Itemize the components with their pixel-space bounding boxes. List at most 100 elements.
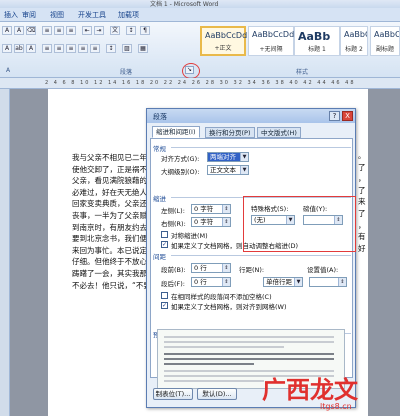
tab-review[interactable]: 审阅	[22, 10, 36, 20]
line-spacing-label: 行距(N):	[239, 266, 265, 274]
preview-line	[164, 363, 254, 365]
space-before-spinner[interactable]: 0 行 ⇕	[191, 263, 231, 273]
align-left-icon[interactable]: ≡	[42, 44, 52, 53]
window-title: 文档 1 - Microsoft Word	[150, 1, 219, 8]
vertical-ruler	[0, 89, 10, 416]
special-indent-highlight-box	[243, 196, 356, 252]
align-right-icon[interactable]: ≡	[66, 44, 76, 53]
font-size-icon[interactable]: A	[2, 26, 12, 35]
watermark-url: ltgs8.cn	[320, 402, 352, 411]
clear-format-icon[interactable]: ⌫	[26, 26, 36, 35]
space-before-label: 段前(B):	[161, 266, 186, 274]
dialog-title-bar[interactable]: 段落 ? X	[147, 109, 355, 123]
style-sample: AaBb	[298, 30, 331, 43]
line-spacing-at-spinner[interactable]: ⇕	[309, 277, 347, 287]
launcher-highlight-circle	[182, 63, 200, 79]
style-sample: AaBbCo	[374, 30, 400, 39]
style-name: +无间隔	[259, 46, 283, 53]
highlight-icon[interactable]: ab	[14, 44, 24, 53]
style-sample: AaBbCcDd	[252, 30, 295, 39]
doc-line: 父亲，看见满院狼藉的东西	[72, 176, 152, 186]
style-no-spacing[interactable]: AaBbCcDd +无间隔	[248, 26, 294, 56]
tab-developer[interactable]: 开发工具	[78, 10, 106, 20]
style-name: 标题 2	[345, 46, 363, 53]
borders-icon[interactable]: ▦	[138, 44, 148, 53]
font-color-icon[interactable]: A	[26, 44, 36, 53]
style-title[interactable]: AaBbCo 副标题	[370, 26, 400, 56]
space-after-value: 0 行	[194, 278, 207, 286]
text-effect-icon[interactable]: A	[2, 44, 12, 53]
tabs-button[interactable]: 制表位(T)...	[153, 388, 193, 400]
snap-grid-checkbox[interactable]: ✓	[161, 302, 168, 309]
space-after-label: 段后(F):	[161, 280, 186, 288]
alignment-select[interactable]: 两端对齐 ▼	[207, 152, 249, 162]
tab-addins[interactable]: 加载项	[118, 10, 139, 20]
font-group-label: A	[6, 67, 11, 74]
right-indent-spinner[interactable]: 0 字符 ⇕	[191, 217, 231, 227]
tab-view[interactable]: 视图	[50, 10, 64, 20]
chinese-layout-icon[interactable]: 文	[110, 26, 120, 35]
doc-edge-char: 好	[358, 243, 366, 253]
doc-edge-char: 。	[358, 151, 366, 160]
outline-level-label: 大纲级别(O):	[161, 168, 200, 176]
right-indent-value: 0 字符	[194, 218, 214, 226]
line-spacing-value: 单倍行距	[266, 278, 292, 286]
spinner-icon: ⇕	[222, 264, 230, 272]
document-right-edge: 。 了 ， 了 来 了 ， 有 好	[358, 150, 368, 254]
chevron-down-icon: ▼	[294, 278, 302, 286]
left-indent-spinner[interactable]: 0 字符 ⇕	[191, 204, 231, 214]
style-name: 副标题	[375, 46, 394, 53]
multilevel-list-icon[interactable]: ≡	[66, 26, 76, 35]
show-marks-icon[interactable]: ¶	[140, 26, 150, 35]
no-space-checkbox[interactable]	[161, 292, 168, 299]
mirror-indent-label: 对称缩进(M)	[171, 232, 208, 240]
close-button[interactable]: X	[342, 111, 353, 121]
increase-indent-icon[interactable]: ⇥	[94, 26, 104, 35]
snap-grid-label: 如果定义了文档网格，则对齐到网格(W)	[171, 303, 287, 311]
doc-line: 到南京时，有朋友约去游逛	[72, 222, 152, 232]
doc-line: 必难过，好在天无绝人之路	[72, 187, 152, 197]
tab-insert[interactable]: 插入	[4, 10, 18, 20]
doc-edge-char: 了	[358, 208, 366, 218]
shrink-font-icon[interactable]: A	[14, 26, 24, 35]
style-heading-1[interactable]: AaBb 标题 1	[294, 26, 340, 56]
chevron-down-icon: ▼	[240, 166, 248, 174]
numbering-icon[interactable]: ≡	[54, 26, 64, 35]
style-heading-2[interactable]: AaBbC 标题 2	[340, 26, 368, 56]
section-divider	[171, 147, 351, 148]
right-indent-label: 右侧(R):	[161, 220, 186, 228]
doc-line: 踌躇了一会，其实我那年已	[72, 268, 152, 278]
help-button[interactable]: ?	[329, 111, 340, 121]
grid-indent-checkbox[interactable]: ✓	[161, 241, 168, 248]
document-body[interactable]: 我与父亲不相见已二年余 使他交卸了，正是祸不单行 父亲，看见满院狼藉的东西 必难…	[72, 152, 152, 291]
indent-section: 缩进	[153, 195, 166, 203]
doc-line: 我与父亲不相见已二年余	[72, 153, 152, 162]
tab-indents-spacing[interactable]: 缩进和间距(I)	[152, 126, 200, 138]
spinner-icon: ⇕	[222, 278, 230, 286]
spinner-icon: ⇕	[222, 218, 230, 226]
tab-asian-typography[interactable]: 中文版式(H)	[257, 127, 301, 138]
sort-icon[interactable]: ↕	[126, 26, 136, 35]
line-spacing-icon[interactable]: ↕	[106, 44, 116, 53]
preview-line	[164, 358, 334, 360]
doc-edge-char: 有	[358, 232, 366, 242]
shading-icon[interactable]: ▨	[122, 44, 132, 53]
tab-line-page-breaks[interactable]: 换行和分页(P)	[205, 127, 255, 138]
style-name: 标题 1	[308, 46, 326, 53]
preview-line	[164, 341, 334, 343]
doc-line: 回家变卖典质，父亲还了亏	[72, 199, 152, 209]
justify-icon[interactable]: ≡	[78, 44, 88, 53]
space-after-spinner[interactable]: 0 行 ⇕	[191, 277, 231, 287]
outline-level-select[interactable]: 正文文本 ▼	[207, 165, 249, 175]
style-normal[interactable]: AaBbCcDd +正文	[200, 26, 247, 56]
preview-line	[164, 380, 264, 382]
mirror-indent-checkbox[interactable]	[161, 231, 168, 238]
title-bar: 文档 1 - Microsoft Word	[0, 0, 400, 8]
bullets-icon[interactable]: ≡	[42, 26, 52, 35]
distributed-icon[interactable]: ≡	[90, 44, 100, 53]
default-button[interactable]: 默认(D)...	[197, 388, 237, 400]
decrease-indent-icon[interactable]: ⇤	[82, 26, 92, 35]
align-center-icon[interactable]: ≡	[54, 44, 64, 53]
line-spacing-select[interactable]: 单倍行距 ▼	[263, 277, 303, 287]
dialog-title: 段落	[153, 113, 167, 121]
